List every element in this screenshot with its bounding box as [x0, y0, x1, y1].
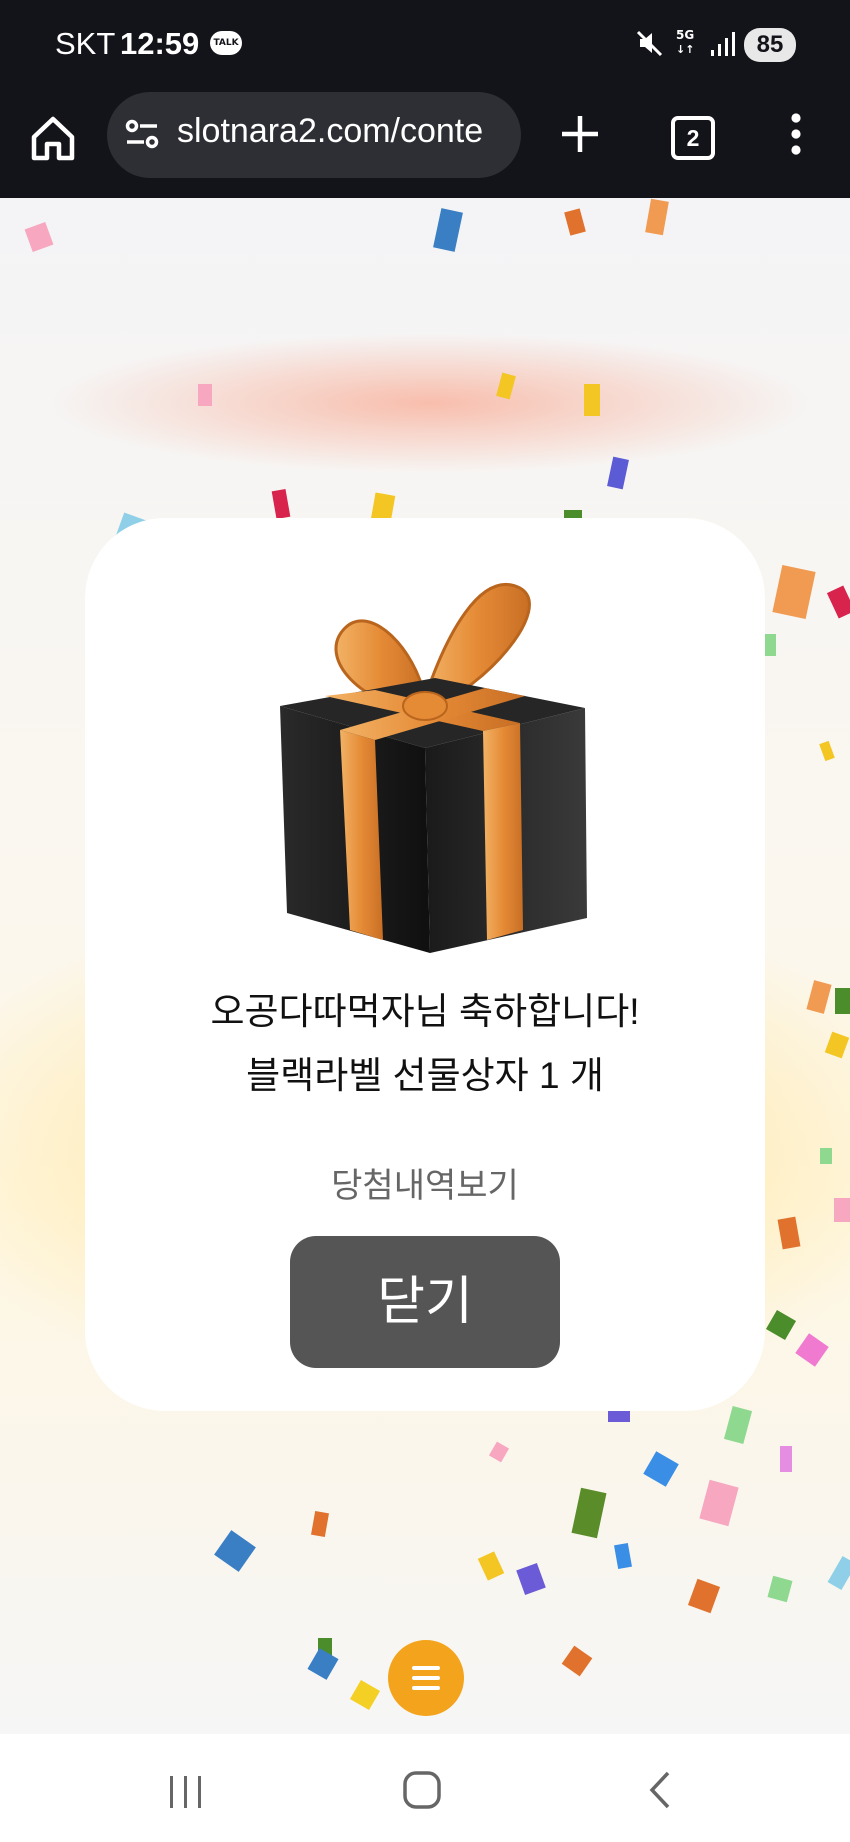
system-nav-bar — [0, 1734, 850, 1842]
prize-description-text: 블랙라벨 선물상자 1 개 — [246, 1055, 604, 1096]
recents-icon[interactable] — [166, 1774, 206, 1810]
tune-icon[interactable] — [124, 116, 160, 152]
hamburger-menu-icon — [412, 1666, 440, 1690]
floating-menu-button[interactable] — [388, 1640, 464, 1716]
more-vert-icon[interactable] — [782, 110, 810, 160]
network-type: 5G ↓↑ — [676, 28, 695, 56]
battery-indicator: 85 — [744, 28, 796, 62]
carrier-label: SKT — [55, 26, 116, 61]
mute-icon — [636, 30, 663, 57]
plus-icon[interactable] — [560, 110, 600, 160]
browser-toolbar: slotnara2.com/conte 2 — [0, 92, 850, 200]
back-chevron-icon[interactable] — [646, 1770, 676, 1810]
home-icon[interactable] — [28, 110, 78, 166]
home-circle-icon[interactable] — [402, 1770, 442, 1810]
network-type-label: 5G — [676, 28, 695, 42]
congrats-message-text: 오공다따먹자님 축하합니다! — [210, 991, 640, 1032]
signal-icon — [711, 32, 735, 56]
kakaotalk-notification-icon: TALK — [210, 31, 242, 55]
clock: 12:59 — [120, 26, 200, 61]
tab-switcher-button[interactable]: 2 — [671, 116, 715, 160]
view-history-link[interactable]: 당첨내역보기 — [85, 1158, 765, 1207]
close-button[interactable]: 닫기 — [290, 1236, 560, 1368]
url-text[interactable]: slotnara2.com/conte — [177, 112, 503, 151]
status-bar: SKT 12:59 TALK 5G ↓↑ 85 — [0, 0, 850, 92]
